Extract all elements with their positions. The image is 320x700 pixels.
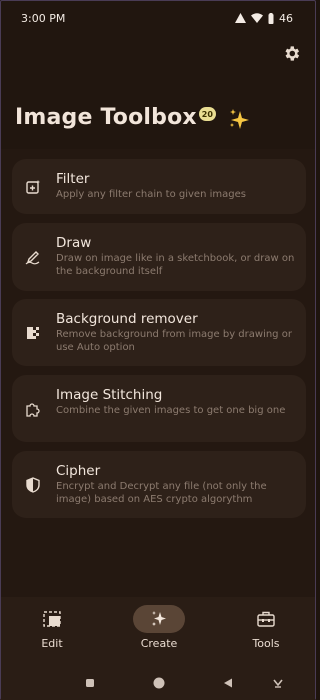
wifi-icon <box>251 13 263 23</box>
tool-title: Image Stitching <box>56 387 163 403</box>
tool-description: Encrypt and Decrypt any file (not only t… <box>56 481 267 505</box>
status-icons: 46 <box>235 12 293 25</box>
system-navigation-bar <box>1 665 315 700</box>
nav-create[interactable]: Create <box>119 605 199 650</box>
nav-icon-container <box>26 605 78 633</box>
nav-label: Edit <box>41 637 63 650</box>
tool-description: Apply any filter chain to given images <box>56 189 246 200</box>
tool-card-cipher[interactable]: Cipher Encrypt and Decrypt any file (not… <box>12 451 306 518</box>
nav-icon-container <box>240 605 292 633</box>
app-title: Image Toolbox <box>15 105 197 130</box>
app-header: Image Toolbox 20 <box>15 103 250 133</box>
nav-icon-container <box>133 605 185 633</box>
square-icon <box>86 679 94 687</box>
tool-card-draw[interactable]: Draw Draw on image like in a sketchbook,… <box>12 223 306 291</box>
battery-level: 46 <box>279 11 293 25</box>
keyboard-hide-button[interactable] <box>270 675 286 691</box>
puzzle-icon <box>24 400 42 418</box>
screen: 3:00 PM 46 Image Toolbox 20 Filter Apply… <box>0 0 316 700</box>
home-button[interactable] <box>151 675 167 691</box>
status-time: 3:00 PM <box>21 11 66 25</box>
tool-description: Draw on image like in a sketchbook, or d… <box>56 253 295 277</box>
tool-title: Filter <box>56 171 90 187</box>
alert-icon <box>235 13 246 23</box>
nav-tools[interactable]: Tools <box>226 605 306 650</box>
toolbox-icon <box>257 611 275 627</box>
nav-label: Create <box>140 637 178 650</box>
shield-icon <box>24 476 42 494</box>
edit-icon <box>43 611 61 627</box>
tool-title: Background remover <box>56 311 198 327</box>
back-button[interactable] <box>220 675 236 691</box>
tool-description: Combine the given images to get one big … <box>56 405 286 416</box>
tool-card-image-stitching[interactable]: Image Stitching Combine the given images… <box>12 375 306 442</box>
bottom-navigation: Edit Create Tools <box>1 597 315 665</box>
tool-card-filter[interactable]: Filter Apply any filter chain to given i… <box>12 159 306 214</box>
tool-card-background-remover[interactable]: Background remover Remove background fro… <box>12 299 306 366</box>
status-bar: 3:00 PM 46 <box>1 1 315 35</box>
sparkles-icon <box>152 611 166 626</box>
circle-icon <box>153 677 165 689</box>
tool-description: Remove background from image by drawing … <box>56 329 292 353</box>
chevron-down-icon <box>273 679 283 688</box>
background-remover-icon <box>24 324 42 342</box>
nav-edit[interactable]: Edit <box>12 605 92 650</box>
draw-icon <box>24 248 42 266</box>
nav-label: Tools <box>252 637 280 650</box>
filter-icon <box>24 178 42 196</box>
recents-button[interactable] <box>82 675 98 691</box>
gear-icon <box>284 45 299 61</box>
triangle-back-icon <box>224 678 232 688</box>
tools-panel: Filter Apply any filter chain to given i… <box>1 149 315 597</box>
settings-button[interactable] <box>279 41 303 65</box>
tool-title: Cipher <box>56 463 101 479</box>
sparkle-icon <box>229 109 249 129</box>
battery-icon <box>268 12 274 24</box>
version-badge: 20 <box>198 107 216 121</box>
tool-title: Draw <box>56 235 92 251</box>
